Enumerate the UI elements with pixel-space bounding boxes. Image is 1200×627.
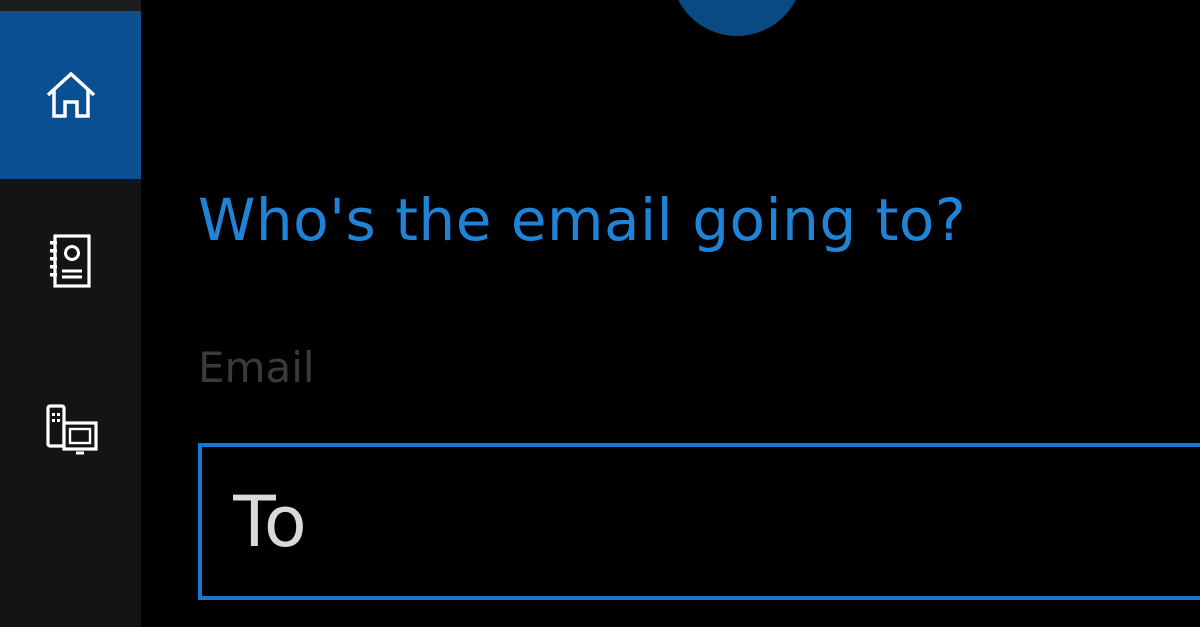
sidebar-item-devices[interactable] (0, 344, 141, 514)
devices-icon (45, 404, 98, 455)
notebook-icon (49, 233, 91, 288)
sidebar (0, 0, 141, 627)
to-input[interactable] (198, 443, 1200, 600)
sidebar-item-notebook[interactable] (0, 179, 141, 344)
home-icon (46, 71, 95, 118)
question-heading: Who's the email going to? (198, 186, 967, 254)
cortana-avatar (671, 0, 803, 36)
sidebar-item-home[interactable] (0, 11, 141, 179)
sidebar-top-strip (0, 0, 141, 11)
email-label: Email (198, 343, 315, 392)
main-panel: Who's the email going to? Email (141, 0, 1200, 627)
